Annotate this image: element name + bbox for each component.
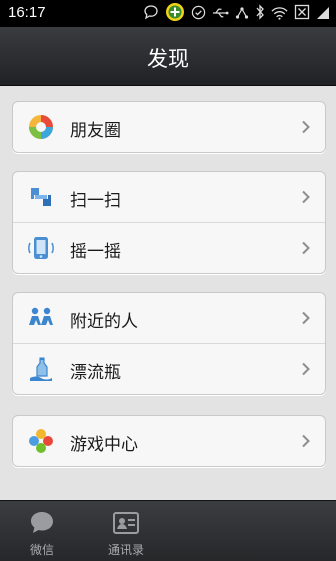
menu-item-label: 游戏中心 [70,435,138,455]
group-game-center: 游戏中心 [12,415,326,467]
check-circle-icon [191,5,206,24]
tab-label: 通讯录 [107,543,144,557]
tab-contacts[interactable]: 通讯录 [84,501,168,561]
shake-icon [27,234,55,262]
menu-item-nearby-people[interactable]: 附近的人 [13,293,325,343]
bottom-tab-bar: 微信 通讯录 [0,500,336,561]
status-bar: 16:17 [0,0,336,27]
menu-item-label: 附近的人 [70,312,138,332]
menu-item-shake[interactable]: 摇一摇 [13,222,325,273]
moments-icon [27,113,55,141]
usb-icon [212,5,229,24]
chat-bubble-icon [28,509,56,537]
chevron-right-icon [301,433,311,448]
chevron-right-icon [301,119,311,134]
menu-item-game-center[interactable]: 游戏中心 [13,416,325,466]
drift-bottle-icon [27,355,55,383]
menu-item-label: 摇一摇 [70,242,121,262]
tab-chats[interactable]: 微信 [0,501,84,561]
chat-bubble-icon [143,4,159,24]
game-center-icon [27,427,55,455]
page-title: 发现 [147,47,189,71]
group-moments: 朋友圈 [12,101,326,153]
no-sim-icon [294,4,310,24]
group-scan-shake: 扫一扫 摇一摇 [12,171,326,274]
menu-item-drift-bottle[interactable]: 漂流瓶 [13,343,325,394]
plus-badge-icon [165,2,185,26]
chevron-right-icon [301,240,311,255]
menu-item-scan[interactable]: 扫一扫 [13,172,325,222]
chevron-right-icon [301,310,311,325]
tab-label: 微信 [29,543,54,557]
wifi-icon [271,5,288,24]
share-icon [235,5,249,24]
group-nearby-bottle: 附近的人 漂流瓶 [12,292,326,395]
title-bar: 发现 [0,27,336,86]
scan-icon [27,183,55,211]
chevron-right-icon [301,189,311,204]
menu-item-moments[interactable]: 朋友圈 [13,102,325,152]
status-icons [143,2,330,26]
chevron-right-icon [301,361,311,376]
nearby-people-icon [27,304,55,332]
menu-item-label: 朋友圈 [70,121,121,141]
status-time: 16:17 [8,4,46,21]
menu-item-label: 扫一扫 [70,191,121,211]
signal-icon [316,5,330,24]
menu-item-label: 漂流瓶 [70,363,121,383]
bluetooth-icon [255,4,265,24]
contacts-icon [112,509,140,537]
